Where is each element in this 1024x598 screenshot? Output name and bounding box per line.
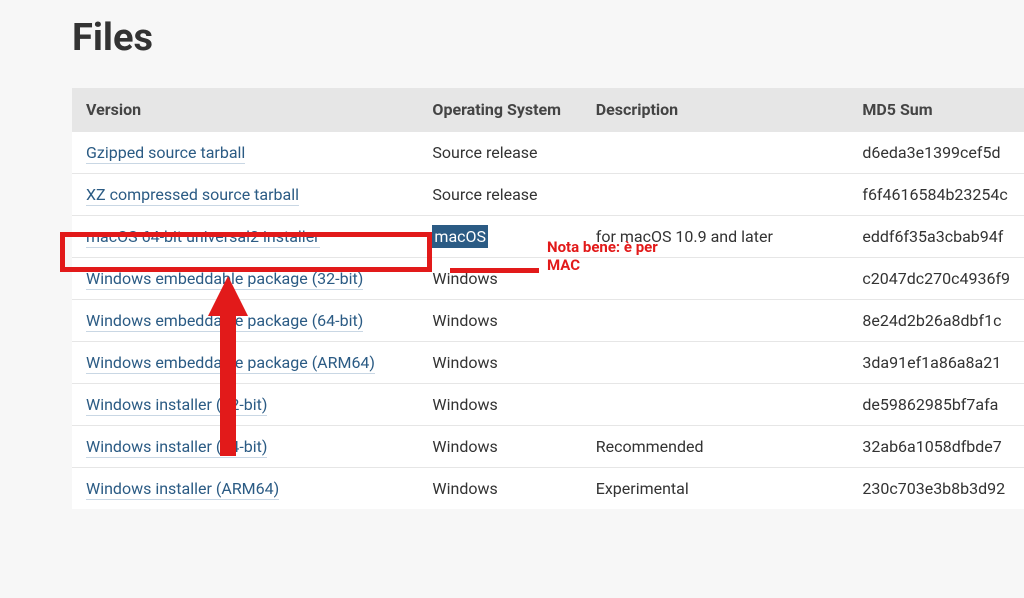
- downloads-table: Version Operating System Description MD5…: [72, 88, 1024, 509]
- os-cell: Windows: [418, 384, 581, 426]
- table-row: Windows installer (ARM64) WindowsExperime…: [72, 468, 1024, 510]
- download-link[interactable]: XZ compressed source tarball: [86, 185, 299, 206]
- description-cell: [582, 174, 849, 216]
- table-row: macOS 64-bit universal2 installer macOSfo…: [72, 216, 1024, 258]
- os-cell: Windows: [418, 300, 581, 342]
- download-link[interactable]: macOS 64-bit universal2 installer: [86, 227, 320, 248]
- description-cell: [582, 132, 849, 174]
- os-cell: macOS: [418, 216, 581, 258]
- table-row: Windows installer (64-bit) WindowsRecomme…: [72, 426, 1024, 468]
- md5-cell: 3da91ef1a86a8a21: [848, 342, 1024, 384]
- column-header-os: Operating System: [418, 88, 581, 132]
- md5-cell: d6eda3e1399cef5d: [848, 132, 1024, 174]
- description-cell: [582, 342, 849, 384]
- os-cell: Source release: [418, 174, 581, 216]
- table-row: Windows embeddable package (64-bit) Windo…: [72, 300, 1024, 342]
- md5-cell: 32ab6a1058dfbde7: [848, 426, 1024, 468]
- column-header-md5: MD5 Sum: [848, 88, 1024, 132]
- md5-cell: eddf6f35a3cbab94f: [848, 216, 1024, 258]
- annotation-underline: [450, 268, 539, 273]
- table-row: Windows embeddable package (32-bit) Windo…: [72, 258, 1024, 300]
- download-link[interactable]: Windows installer (32-bit): [86, 395, 267, 416]
- table-row: XZ compressed source tarball Source relea…: [72, 174, 1024, 216]
- description-cell: Experimental: [582, 468, 849, 510]
- table-row: Windows embeddable package (ARM64) Window…: [72, 342, 1024, 384]
- column-header-description: Description: [582, 88, 849, 132]
- download-link[interactable]: Windows embeddable package (64-bit): [86, 311, 363, 332]
- download-link[interactable]: Windows installer (64-bit): [86, 437, 267, 458]
- md5-cell: 230c703e3b8b3d92: [848, 468, 1024, 510]
- download-link[interactable]: Windows embeddable package (ARM64): [86, 353, 375, 374]
- os-cell: Windows: [418, 426, 581, 468]
- os-cell: Source release: [418, 132, 581, 174]
- description-cell: Recommended: [582, 426, 849, 468]
- page-title: Files: [72, 16, 1024, 60]
- download-link[interactable]: Gzipped source tarball: [86, 143, 245, 164]
- description-cell: [582, 300, 849, 342]
- md5-cell: f6f4616584b23254c: [848, 174, 1024, 216]
- os-cell: Windows: [418, 342, 581, 384]
- md5-cell: c2047dc270c4936f9: [848, 258, 1024, 300]
- os-cell: Windows: [418, 468, 581, 510]
- os-cell: Windows: [418, 258, 581, 300]
- description-cell: [582, 384, 849, 426]
- download-link[interactable]: Windows embeddable package (32-bit): [86, 269, 363, 290]
- md5-cell: de59862985bf7afa: [848, 384, 1024, 426]
- description-cell: [582, 258, 849, 300]
- table-row: Gzipped source tarball Source release d6ed…: [72, 132, 1024, 174]
- description-cell: for macOS 10.9 and later: [582, 216, 849, 258]
- download-link[interactable]: Windows installer (ARM64): [86, 479, 279, 500]
- table-row: Windows installer (32-bit) Windows de59862…: [72, 384, 1024, 426]
- md5-cell: 8e24d2b26a8dbf1c: [848, 300, 1024, 342]
- column-header-version: Version: [72, 88, 418, 132]
